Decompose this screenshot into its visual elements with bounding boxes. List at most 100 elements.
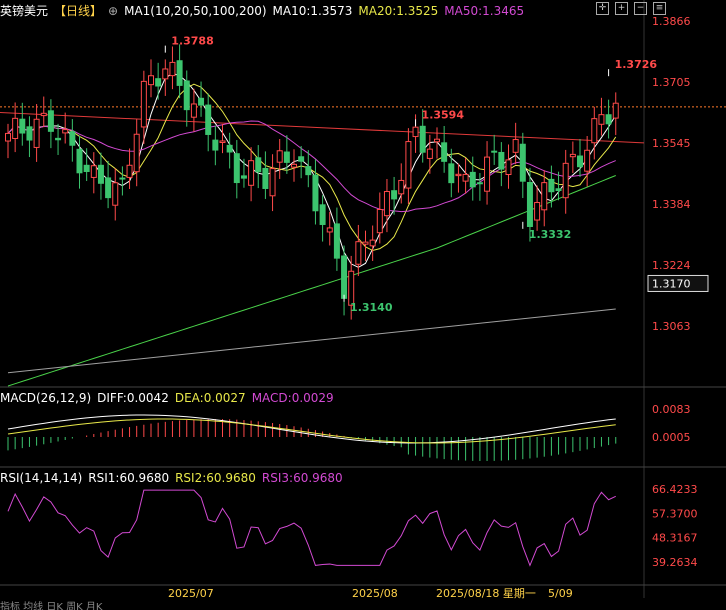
dea-line <box>7 418 616 444</box>
candle-body <box>126 164 133 178</box>
annotation-label: 1.3726 <box>615 58 658 71</box>
candle-body <box>498 151 505 170</box>
candle-body <box>233 153 240 184</box>
ma100-line <box>7 175 616 387</box>
candle-body <box>69 131 76 146</box>
candle-body <box>26 126 33 141</box>
candle-body <box>276 150 283 163</box>
macd-header: MACD(26,12,9) DIFF:0.0042 DEA:0.0027 MACD:0… <box>0 389 340 407</box>
candle-body <box>190 103 197 118</box>
macd-tick-label: 0.0083 <box>652 403 691 416</box>
zoom-in-icon[interactable]: + <box>615 2 628 15</box>
candle-body <box>419 125 426 153</box>
ma200-line <box>7 308 616 374</box>
candle-body <box>33 118 40 148</box>
candle-body <box>548 178 555 193</box>
rsi-tick-label: 57.3700 <box>652 507 698 520</box>
candle-body <box>176 60 183 86</box>
candle-body <box>312 174 319 212</box>
candle-body <box>591 118 598 144</box>
candle-body <box>462 173 469 182</box>
y-tick-label: 1.3224 <box>652 259 691 272</box>
annotation-label: 1.3788 <box>171 35 213 48</box>
y-tick-label: 1.3384 <box>652 198 691 211</box>
rsi-tick-label: 39.2634 <box>652 556 698 569</box>
y-tick-label: 1.3545 <box>652 137 691 150</box>
candle-body <box>476 182 483 185</box>
macd-label: MACD(26,12,9) <box>0 391 92 405</box>
candle-body <box>12 117 19 139</box>
candle-body <box>212 139 219 151</box>
candle-body <box>505 159 512 175</box>
candle-body <box>355 241 362 265</box>
candle-body <box>391 190 398 200</box>
candle-body <box>369 239 376 247</box>
candle-body <box>448 163 455 184</box>
candle-body <box>255 157 262 173</box>
period-label[interactable]: 【日线】 <box>54 4 102 18</box>
candle-body <box>298 156 305 162</box>
candle-body <box>291 163 297 168</box>
rsi3-value: RSI3:60.9680 <box>261 471 343 485</box>
candle-body <box>512 139 519 153</box>
bottom-tabs[interactable]: 指标 均线 日K 周K 月K <box>0 598 726 610</box>
candle-body <box>319 204 326 225</box>
rsi1-value: RSI1:60.9680 <box>88 471 170 485</box>
menu-icon[interactable]: ≡ <box>653 2 666 15</box>
candle-body <box>90 165 97 178</box>
candle-body <box>148 75 154 86</box>
candle-body <box>441 142 448 162</box>
candle-body <box>105 177 112 199</box>
candle-body <box>76 148 83 174</box>
y-tick-label: 1.3866 <box>652 15 691 28</box>
candle-body <box>526 182 533 227</box>
zoom-out-icon[interactable]: − <box>634 2 647 15</box>
chart-canvas: 1.3866 1.3705 1.3545 1.3384 1.3224 1.3063 1.31… <box>0 0 726 600</box>
settings-icon[interactable]: ⊕ <box>108 4 118 18</box>
rsi-tick-label: 66.4233 <box>652 483 698 496</box>
candle-body <box>376 208 383 234</box>
ma10-value: MA10:1.3573 <box>272 4 353 18</box>
candle-body <box>97 164 104 184</box>
candle-body <box>83 164 90 172</box>
candle-body <box>240 175 247 179</box>
candle-body <box>305 166 312 176</box>
candle-body <box>162 68 169 80</box>
candle-body <box>155 78 162 87</box>
candle-body <box>5 132 11 142</box>
candle-body <box>362 241 369 245</box>
candle-body <box>133 133 140 173</box>
candle-body <box>19 118 26 134</box>
ma20-value: MA20:1.3525 <box>358 4 439 18</box>
candle-body <box>55 137 62 141</box>
diff-line <box>7 414 616 444</box>
ma-label: MA1(10,20,50,100,200) <box>124 4 267 18</box>
dea-value: DEA:0.0027 <box>174 391 246 405</box>
candle-body <box>198 97 205 106</box>
y-tick-label: 1.3063 <box>652 320 691 333</box>
macd-value: MACD:0.0029 <box>251 391 334 405</box>
symbol-label: 英镑美元 <box>0 4 49 18</box>
candle-body <box>226 144 233 153</box>
candle-body <box>40 112 47 117</box>
candle-body <box>219 140 226 144</box>
candle-body <box>426 148 433 159</box>
candle-body <box>205 104 212 135</box>
candle-body <box>119 177 126 180</box>
candle-body <box>598 114 605 125</box>
candle-body <box>398 179 405 195</box>
candle-body <box>405 141 412 189</box>
candle-body <box>412 126 419 138</box>
candle-body <box>248 160 255 186</box>
diff-value: DIFF:0.0042 <box>97 391 169 405</box>
rsi2-value: RSI2:60.9680 <box>175 471 256 485</box>
y-tick-label: 1.3705 <box>652 76 691 89</box>
crosshair-icon[interactable]: ✛ <box>596 2 609 15</box>
candle-body <box>341 255 348 299</box>
candle-body <box>383 191 390 217</box>
candle-body <box>112 182 119 206</box>
candle-body <box>469 171 476 188</box>
candle-body <box>62 129 69 134</box>
candle-body <box>283 151 290 163</box>
ma50-value: MA50:1.3465 <box>444 4 525 18</box>
